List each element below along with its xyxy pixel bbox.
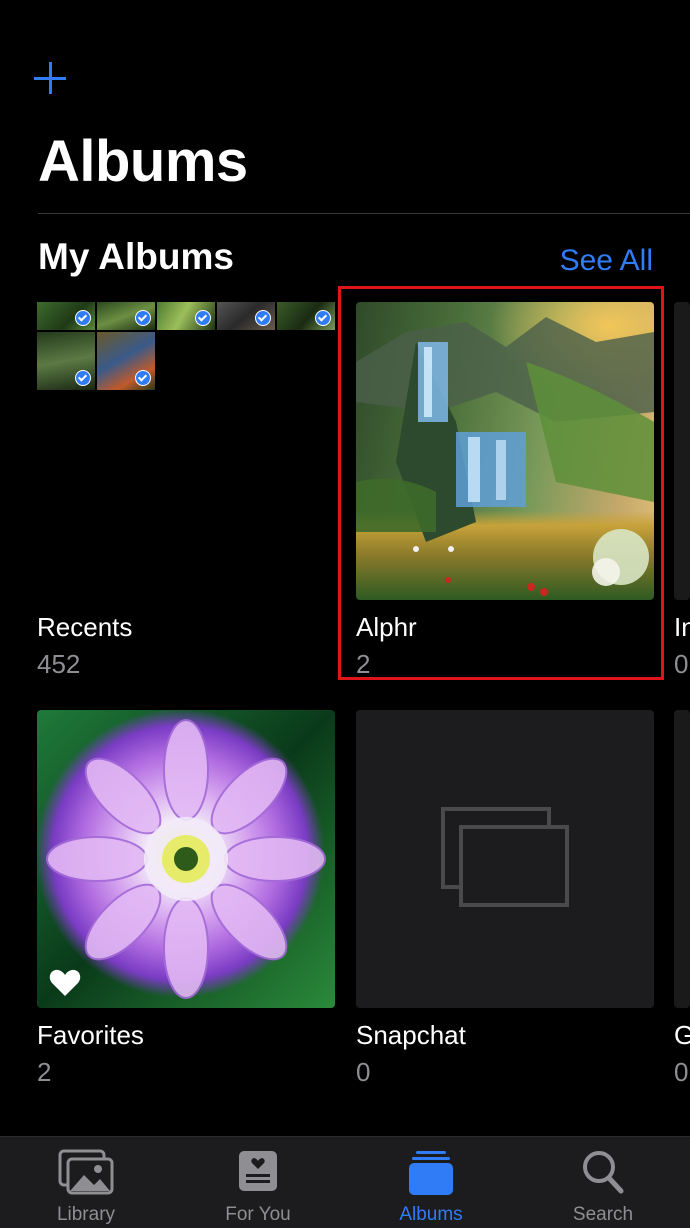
album-recents[interactable]: Recents 452: [37, 302, 335, 682]
checkmark-icon: [255, 310, 271, 326]
photo-thumbnail: [97, 332, 155, 390]
page-title: Albums: [38, 129, 248, 194]
album-name: G: [674, 1020, 690, 1050]
see-all-link[interactable]: See All: [560, 244, 653, 278]
album-partial-2[interactable]: G 0: [674, 710, 690, 1090]
album-name: In: [674, 612, 690, 642]
checkmark-icon: [195, 310, 211, 326]
checkmark-icon: [75, 310, 91, 326]
checkmark-icon: [75, 370, 91, 386]
tab-label: Albums: [399, 1204, 463, 1225]
photo-thumbnail: [277, 302, 335, 330]
tab-for-you[interactable]: For You: [172, 1137, 344, 1228]
album-count: 0: [674, 1057, 689, 1087]
photo-thumbnail: [37, 332, 95, 390]
heart-icon: [49, 969, 81, 996]
photo-thumbnail: [217, 302, 275, 330]
divider: [38, 213, 690, 214]
tab-label: Search: [572, 1204, 634, 1225]
album-count: 0: [674, 649, 689, 679]
checkmark-icon: [135, 370, 151, 386]
album-partial-1[interactable]: In 0: [674, 302, 690, 682]
photo-library-icon: [58, 1149, 114, 1195]
album-snapchat[interactable]: Snapchat 0: [356, 710, 654, 1090]
album-name: Recents: [37, 612, 133, 642]
flower-illustration: [46, 719, 326, 999]
section-title: My Albums: [38, 236, 234, 277]
album-thumbnail: [356, 710, 654, 1008]
tab-search[interactable]: Search: [517, 1137, 689, 1228]
photo-thumbnail: [97, 302, 155, 330]
tab-library[interactable]: Library: [0, 1137, 172, 1228]
tab-bar: Library For You Albums Search: [0, 1136, 690, 1228]
album-name: Snapchat: [356, 1020, 466, 1050]
for-you-icon: [239, 1151, 277, 1191]
checkmark-icon: [135, 310, 151, 326]
album-thumbnail: [37, 302, 335, 600]
album-count: 452: [37, 649, 81, 679]
tab-label: For You: [225, 1204, 291, 1225]
photo-thumbnail: [157, 302, 215, 330]
selection-highlight: [338, 286, 664, 680]
album-count: 2: [37, 1057, 52, 1087]
empty-album-icon: [441, 807, 569, 907]
album-thumbnail: [674, 710, 690, 1008]
add-album-button[interactable]: [32, 60, 68, 96]
album-count: 0: [356, 1057, 371, 1087]
checkmark-icon: [315, 310, 331, 326]
album-thumbnail: [674, 302, 690, 600]
tab-albums[interactable]: Albums: [345, 1137, 517, 1228]
search-icon: [583, 1151, 624, 1194]
albums-icon: [409, 1151, 453, 1195]
photo-thumbnail: [37, 302, 95, 330]
album-thumbnail: [37, 710, 335, 1008]
tab-label: Library: [56, 1204, 116, 1225]
album-favorites[interactable]: Favorites 2: [37, 710, 335, 1090]
album-name: Favorites: [37, 1020, 144, 1050]
